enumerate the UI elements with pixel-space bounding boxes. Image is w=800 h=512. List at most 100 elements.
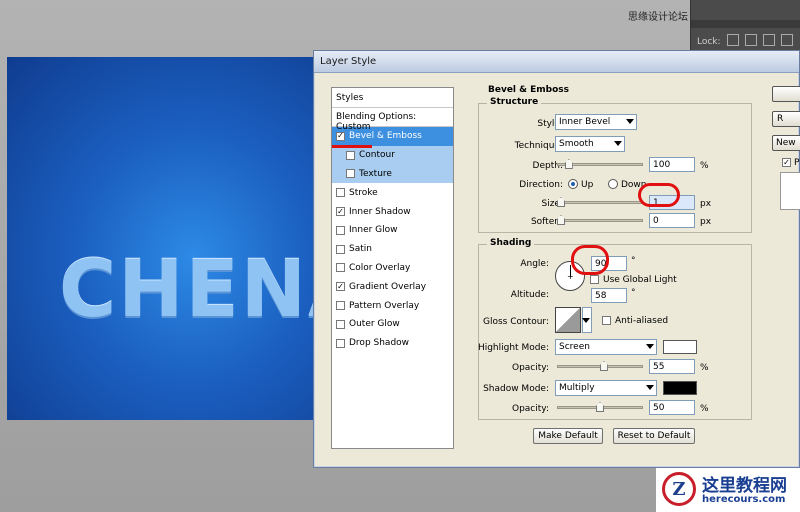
layer-style-dialog: Layer Style Styles Blending Options: Cus… — [313, 50, 800, 468]
structure-title: Structure — [487, 97, 542, 107]
shading-title: Shading — [487, 238, 535, 248]
style-item-checkbox[interactable] — [336, 338, 345, 348]
style-item-checkbox[interactable]: ✓ — [336, 131, 345, 141]
layers-panel: Lock: — [690, 0, 800, 52]
depth-slider[interactable] — [557, 159, 643, 171]
slider-thumb[interactable] — [557, 197, 565, 207]
gloss-contour-dropdown[interactable] — [582, 307, 592, 333]
gloss-contour-label: Gloss Contour: — [482, 317, 549, 327]
style-item-checkbox[interactable] — [336, 244, 345, 254]
style-item-checkbox[interactable] — [346, 150, 355, 160]
chevron-down-icon — [614, 141, 622, 146]
style-item-outer-glow[interactable]: Outer Glow — [332, 315, 453, 334]
highlight-color-swatch[interactable] — [663, 340, 697, 354]
altitude-label: Altitude: — [510, 290, 549, 300]
style-item-color-overlay[interactable]: Color Overlay — [332, 259, 453, 278]
lock-icons — [727, 34, 793, 46]
logo-url-text: herecours.com — [702, 494, 786, 505]
style-item-checkbox[interactable] — [336, 263, 345, 273]
styles-header[interactable]: Styles — [332, 88, 453, 108]
gloss-contour-picker[interactable] — [555, 307, 581, 333]
style-item-texture[interactable]: Texture — [332, 164, 453, 184]
reset-button[interactable]: R — [772, 111, 800, 127]
style-item-drop-shadow[interactable]: Drop Shadow — [332, 334, 453, 353]
style-item-checkbox[interactable] — [336, 319, 345, 329]
style-item-label: Pattern Overlay — [349, 300, 420, 311]
style-item-inner-glow[interactable]: Inner Glow — [332, 221, 453, 240]
shadow-opacity-unit: % — [700, 404, 709, 414]
style-item-checkbox[interactable] — [336, 188, 345, 198]
preview-thumbnail — [780, 172, 800, 210]
soften-input[interactable]: 0 — [649, 213, 695, 228]
anti-aliased-checkbox[interactable] — [602, 316, 611, 325]
chevron-down-icon — [582, 318, 590, 323]
depth-input[interactable]: 100 — [649, 157, 695, 172]
canvas-text-layer: CHENA — [59, 245, 324, 335]
style-item-checkbox[interactable] — [346, 169, 355, 179]
size-slider[interactable] — [557, 197, 643, 209]
chevron-down-icon — [626, 119, 634, 124]
shadow-mode-select[interactable]: Multiply — [555, 380, 657, 396]
document-canvas[interactable]: CHENA — [7, 57, 324, 420]
angle-unit: ° — [631, 256, 636, 266]
style-item-checkbox[interactable]: ✓ — [336, 282, 345, 292]
style-item-label: Contour — [359, 150, 395, 161]
make-default-button[interactable]: Make Default — [533, 428, 603, 444]
style-item-checkbox[interactable] — [336, 301, 345, 311]
style-item-checkbox[interactable] — [336, 225, 345, 235]
altitude-input[interactable]: 58 — [591, 288, 627, 303]
style-select-value: Inner Bevel — [559, 117, 611, 127]
slider-thumb[interactable] — [599, 361, 608, 371]
style-item-gradient-overlay[interactable]: ✓ Gradient Overlay — [332, 277, 453, 296]
global-light-checkbox[interactable] — [590, 275, 599, 284]
lock-transparent-icon[interactable] — [727, 34, 739, 46]
style-item-label: Outer Glow — [349, 319, 400, 330]
logo-cn-text: 这里教程网 — [702, 476, 787, 496]
style-item-satin[interactable]: Satin — [332, 240, 453, 259]
slider-thumb[interactable] — [557, 215, 565, 225]
preview-checkbox[interactable]: ✓ — [782, 158, 791, 167]
lock-all-icon[interactable] — [781, 34, 793, 46]
highlight-mode-select[interactable]: Screen — [555, 339, 657, 355]
dialog-titlebar[interactable]: Layer Style — [314, 51, 799, 73]
style-item-contour[interactable]: Contour — [332, 145, 453, 165]
style-select[interactable]: Inner Bevel — [555, 114, 637, 130]
style-item-label: Drop Shadow — [349, 338, 410, 349]
direction-down-radio[interactable] — [608, 179, 618, 189]
style-item-pattern-overlay[interactable]: Pattern Overlay — [332, 296, 453, 315]
style-items: ✓ Bevel & Emboss Contour Texture Stroke ✓ Inne… — [332, 127, 453, 353]
highlight-opacity-input[interactable]: 55 — [649, 359, 695, 374]
highlight-opacity-label: Opacity: — [512, 363, 549, 373]
blending-options[interactable]: Blending Options: Custom — [332, 108, 453, 132]
new-style-button[interactable]: New — [772, 135, 800, 151]
shadow-color-swatch[interactable] — [663, 381, 697, 395]
chevron-down-icon — [646, 385, 654, 390]
lock-move-icon[interactable] — [763, 34, 775, 46]
shading-group: Shading Angle: + 90 ° Use Global Light A… — [478, 238, 752, 420]
panel-strip — [691, 20, 800, 28]
depth-unit: % — [700, 161, 709, 171]
shadow-mode-label: Shadow Mode: — [483, 384, 549, 394]
style-item-label: Texture — [359, 168, 392, 179]
soften-slider[interactable] — [557, 215, 643, 227]
lock-brush-icon[interactable] — [745, 34, 757, 46]
style-item-inner-shadow[interactable]: ✓ Inner Shadow — [332, 202, 453, 221]
style-item-label: Gradient Overlay — [349, 281, 427, 292]
shadow-opacity-input[interactable]: 50 — [649, 400, 695, 415]
direction-label: Direction: — [519, 180, 563, 190]
highlight-mode-value: Screen — [559, 342, 590, 352]
slider-thumb[interactable] — [564, 159, 573, 169]
shadow-opacity-slider[interactable] — [557, 402, 643, 414]
structure-group: Structure Style: Inner Bevel Technique: … — [478, 97, 752, 233]
slider-thumb[interactable] — [596, 402, 604, 412]
reset-to-default-button[interactable]: Reset to Default — [613, 428, 695, 444]
direction-up-radio[interactable] — [568, 179, 578, 189]
angle-label: Angle: — [520, 259, 549, 269]
altitude-unit: ° — [631, 288, 636, 298]
technique-select[interactable]: Smooth — [555, 136, 625, 152]
dialog-title: Layer Style — [320, 56, 377, 67]
highlight-opacity-slider[interactable] — [557, 361, 643, 373]
style-item-checkbox[interactable]: ✓ — [336, 207, 345, 217]
style-item-stroke[interactable]: Stroke — [332, 183, 453, 202]
ok-button[interactable] — [772, 86, 800, 102]
